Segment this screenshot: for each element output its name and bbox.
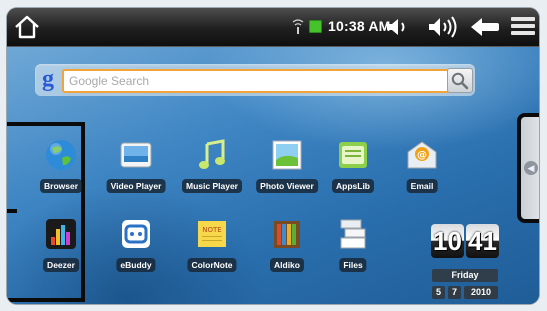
- books-icon: [274, 221, 300, 248]
- globe-icon: [46, 140, 76, 170]
- chevron-left-icon: ◀: [524, 161, 538, 175]
- google-logo: g: [42, 66, 54, 92]
- app-label: eBuddy: [116, 258, 156, 272]
- app-deezer[interactable]: Deezer: [29, 217, 93, 277]
- app-label: Files: [339, 258, 367, 272]
- home-button[interactable]: [13, 13, 41, 41]
- clock-day: Friday: [432, 269, 498, 282]
- music-icon: [199, 139, 225, 169]
- app-aldiko[interactable]: Aldiko: [255, 217, 319, 277]
- app-email[interactable]: @ Email: [390, 138, 454, 198]
- files-icon: [340, 219, 366, 249]
- email-icon: @: [407, 141, 437, 169]
- video-icon: [120, 142, 152, 168]
- ebuddy-icon: [122, 220, 150, 248]
- clock-month: 5: [432, 286, 445, 299]
- appslib-icon: [339, 142, 367, 168]
- search-input[interactable]: [62, 69, 451, 93]
- app-label: Deezer: [43, 258, 79, 272]
- app-label: AppsLib: [332, 179, 374, 193]
- clock-minute: 41: [466, 224, 499, 258]
- svg-text:NOTE: NOTE: [202, 226, 221, 234]
- clock-hour: 10: [431, 224, 464, 258]
- app-photo-viewer[interactable]: Photo Viewer: [255, 138, 319, 198]
- volume-up-icon: [429, 16, 457, 38]
- back-arrow-icon: [471, 18, 499, 36]
- deezer-icon: [46, 219, 76, 249]
- status-bar: 10:38 AM: [7, 8, 539, 47]
- status-time: 10:38 AM: [328, 18, 391, 34]
- search-button[interactable]: [447, 68, 473, 93]
- volume-down-icon: [387, 19, 405, 35]
- home-desktop: g ◀ Browser: [7, 47, 539, 304]
- app-label: Browser: [39, 179, 83, 193]
- app-colornote[interactable]: NOTE ColorNote: [180, 217, 244, 277]
- app-browser[interactable]: Browser: [29, 138, 93, 198]
- home-icon: [15, 15, 39, 39]
- app-label: Video Player: [106, 179, 166, 193]
- back-button[interactable]: [469, 16, 501, 38]
- app-label: Photo Viewer: [256, 179, 318, 193]
- annotation-bracket-tail: [7, 209, 17, 213]
- svg-text:@: @: [417, 150, 427, 161]
- tablet-screen: 10:38 AM g Google Search ◀ Browser Video…: [7, 8, 539, 304]
- app-files[interactable]: Files: [321, 217, 385, 277]
- app-label: Music Player: [182, 179, 242, 193]
- search-icon: [451, 72, 469, 90]
- battery-icon: [309, 20, 322, 33]
- menu-button[interactable]: [511, 17, 535, 37]
- menu-icon: [511, 17, 535, 35]
- signal-icon: [292, 19, 304, 34]
- photo-icon: [272, 140, 302, 170]
- clock-widget[interactable]: 10 41 Friday 5 7 2010: [425, 224, 501, 304]
- note-icon: NOTE: [198, 221, 226, 247]
- app-video-player[interactable]: Video Player: [104, 138, 168, 198]
- app-label: Aldiko: [270, 258, 304, 272]
- clock-year: 2010: [464, 286, 498, 299]
- app-music-player[interactable]: Music Player: [180, 138, 244, 198]
- app-drawer-handle[interactable]: ◀: [517, 113, 539, 223]
- app-appslib[interactable]: AppsLib: [321, 138, 385, 198]
- clock-date: 7: [448, 286, 461, 299]
- app-ebuddy[interactable]: eBuddy: [104, 217, 168, 277]
- google-search-widget: g: [35, 64, 475, 96]
- volume-down-button[interactable]: [385, 17, 411, 37]
- volume-up-button[interactable]: [427, 16, 461, 38]
- app-label: Email: [406, 179, 438, 193]
- app-label: ColorNote: [187, 258, 237, 272]
